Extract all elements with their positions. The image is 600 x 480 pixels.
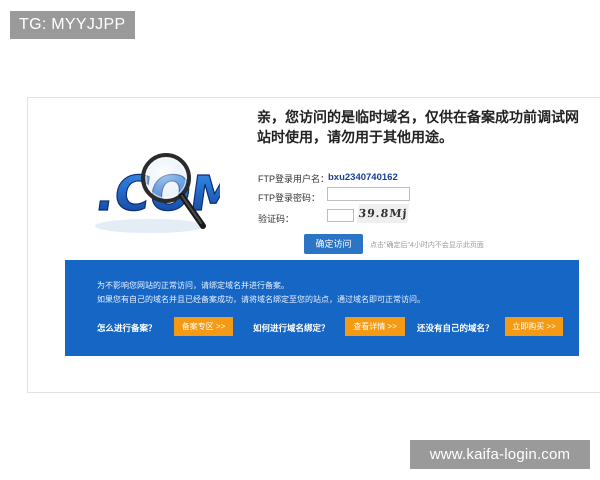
ftp-password-label: FTP登录密码： [258,193,320,203]
dot-com-magnifier-logo: .COM [92,153,220,233]
ftp-password-row: FTP登录密码： [258,191,320,204]
captcha-image[interactable]: 39.8Mj [357,204,409,223]
filing-zone-button[interactable]: 备案专区 >> [174,317,233,336]
notice-line-2: 如果您有自己的域名并且已经备案成功，请将域名绑定至您的站点，通过域名即可正常访问… [97,295,425,304]
buy-now-button[interactable]: 立即购买 >> [505,317,563,336]
headline: 亲，您访问的是临时域名，仅供在备案成功前调试网站时使用，请勿用于其他用途。 [257,110,579,146]
captcha-label: 验证码： [258,214,295,224]
confirm-visit-button[interactable]: 确定访问 [304,234,363,254]
ftp-password-input[interactable] [327,187,410,201]
ftp-username-value: bxu2340740162 [328,172,398,183]
watermark-top: TG: MYYJJPP [10,11,135,39]
question-filing: 怎么进行备案？ [97,323,157,333]
view-details-button[interactable]: 查看详情 >> [345,317,405,336]
captcha-row: 验证码： [258,212,294,225]
domain-notice-box [65,260,579,356]
notice-line-1: 为不影响您网站的正常访问，请绑定域名并进行备案。 [97,281,289,290]
question-domain-binding: 如何进行域名绑定？ [253,323,330,333]
captcha-input[interactable] [327,209,354,222]
question-no-domain: 还没有自己的域名？ [417,323,494,333]
watermark-bottom: www.kaifa-login.com [410,440,590,469]
ftp-username-label: FTP登录用户名： [258,174,329,184]
confirm-hint: 点击"确定后"4小时内不会显示此页面 [370,242,484,249]
ftp-username-row: FTP登录用户名： [258,172,329,185]
